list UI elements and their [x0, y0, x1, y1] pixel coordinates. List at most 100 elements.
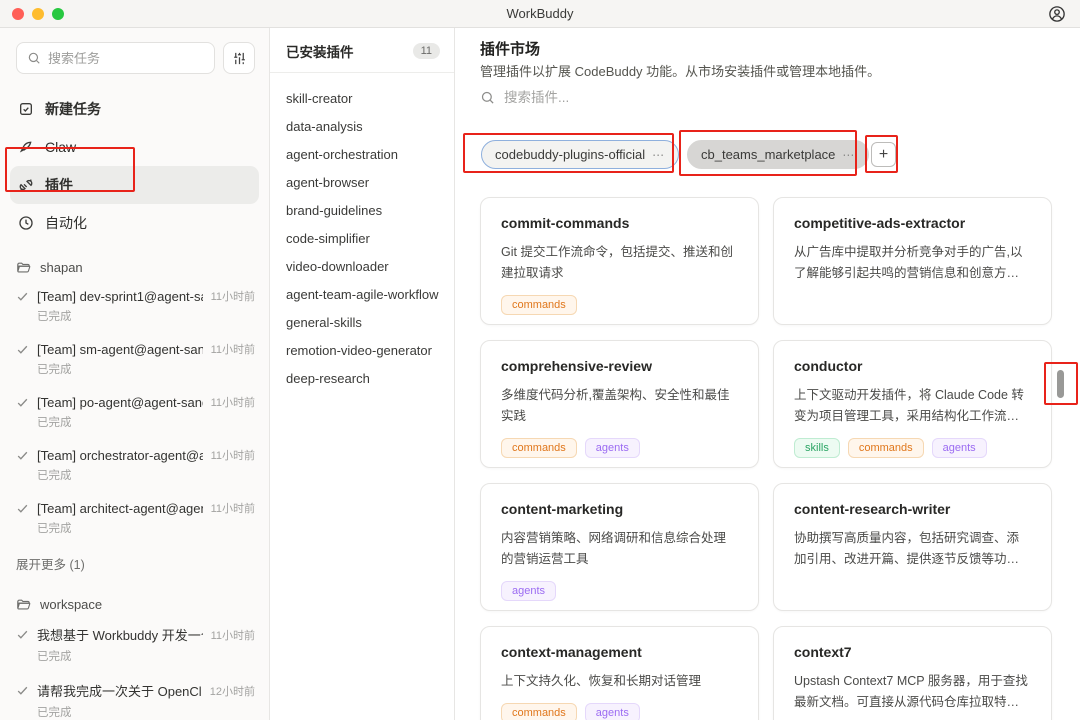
- installed-plugin-item[interactable]: skill-creator: [286, 85, 454, 113]
- plugin-card-content-research-writer[interactable]: content-research-writer 协助撰写高质量内容，包括研究调查…: [773, 483, 1052, 611]
- plugin-description: 内容营销策略、网络调研和信息综合处理的营销运营工具: [501, 528, 738, 570]
- tag-skills: skills: [794, 438, 840, 458]
- plugin-card-content-marketing[interactable]: content-marketing 内容营销策略、网络调研和信息综合处理的营销运…: [480, 483, 759, 611]
- plugin-description: 上下文持久化、恢复和长期对话管理: [501, 671, 738, 692]
- claw-icon: [18, 139, 34, 155]
- app-title: WorkBuddy: [507, 6, 574, 21]
- plugin-description: Git 提交工作流命令，包括提交、推送和创建拉取请求: [501, 242, 738, 284]
- section-label: shapan: [40, 260, 83, 275]
- installed-plugin-item[interactable]: data-analysis: [286, 113, 454, 141]
- plugin-name: competitive-ads-extractor: [794, 215, 1031, 231]
- task-time: 11小时前: [211, 288, 255, 304]
- task-item[interactable]: [Team] dev-sprint1@agent-sa... 11小时前 已完成: [0, 279, 269, 332]
- task-item[interactable]: [Team] sm-agent@agent-sand... 11小时前 已完成: [0, 332, 269, 385]
- more-options-icon[interactable]: ⋯: [652, 148, 665, 162]
- task-status: 已完成: [37, 361, 255, 377]
- task-time: 11小时前: [211, 447, 255, 463]
- sidebar-item-automation[interactable]: 自动化: [10, 204, 259, 242]
- search-icon: [480, 90, 495, 105]
- plugin-description: 多维度代码分析,覆盖架构、安全性和最佳实践: [501, 385, 738, 427]
- task-search-input[interactable]: [48, 51, 204, 66]
- page-title: 插件市场: [480, 38, 540, 59]
- section-workspace[interactable]: workspace: [0, 583, 269, 616]
- installed-plugin-item[interactable]: agent-browser: [286, 169, 454, 197]
- check-icon: [16, 396, 29, 409]
- sidebar-item-label: 自动化: [45, 213, 87, 233]
- installed-plugin-item[interactable]: general-skills: [286, 309, 454, 337]
- installed-plugin-item[interactable]: code-simplifier: [286, 225, 454, 253]
- section-shapan[interactable]: shapan: [0, 246, 269, 279]
- sidebar-item-plugins[interactable]: 插件: [10, 166, 259, 204]
- task-title: [Team] orchestrator-agent@a...: [37, 448, 203, 463]
- plugin-search-box[interactable]: [480, 90, 780, 105]
- task-status: 已完成: [37, 648, 255, 664]
- task-time: 11小时前: [211, 341, 255, 357]
- plugin-card-commit-commands[interactable]: commit-commands Git 提交工作流命令，包括提交、推送和创建拉取…: [480, 197, 759, 325]
- tag-commands: commands: [501, 295, 577, 315]
- task-time: 11小时前: [211, 500, 255, 516]
- installed-plugin-item[interactable]: remotion-video-generator: [286, 337, 454, 365]
- check-icon: [16, 290, 29, 303]
- tag-commands: commands: [501, 703, 577, 720]
- scrollbar-thumb[interactable]: [1057, 370, 1064, 398]
- task-status: 已完成: [37, 467, 255, 483]
- plugin-description: 从广告库中提取并分析竞争对手的广告,以了解能够引起共鸣的营销信息和创意方法。: [794, 242, 1031, 284]
- filter-button[interactable]: [223, 42, 255, 74]
- plugin-search-input[interactable]: [504, 90, 764, 105]
- zoom-window-button[interactable]: [52, 8, 64, 20]
- task-item[interactable]: 请帮我完成一次关于 OpenClaw... 12小时前 已完成: [0, 672, 269, 720]
- installed-plugin-item[interactable]: agent-team-agile-workflow: [286, 281, 454, 309]
- tag-commands: commands: [501, 438, 577, 458]
- source-name: cb_teams_marketplace: [701, 147, 835, 162]
- task-time: 11小时前: [211, 627, 255, 643]
- plugin-card-context7[interactable]: context7 Upstash Context7 MCP 服务器，用于查找最新…: [773, 626, 1052, 720]
- close-window-button[interactable]: [12, 8, 24, 20]
- section-label: workspace: [40, 597, 102, 612]
- tag-agents: agents: [585, 703, 640, 720]
- plugin-card-context-management[interactable]: context-management 上下文持久化、恢复和长期对话管理 comm…: [480, 626, 759, 720]
- task-item[interactable]: [Team] po-agent@agent-sand... 11小时前 已完成: [0, 385, 269, 438]
- expand-more-button[interactable]: 展开更多 (1): [0, 544, 269, 583]
- task-search-box[interactable]: [16, 42, 215, 74]
- sidebar-item-claw[interactable]: Claw: [10, 128, 259, 166]
- window-controls: [12, 8, 64, 20]
- more-options-icon[interactable]: ⋯: [842, 148, 855, 162]
- task-item[interactable]: 我想基于 Workbuddy 开发一个... 11小时前 已完成: [0, 616, 269, 672]
- task-time: 11小时前: [211, 394, 255, 410]
- plugin-card-comprehensive-review[interactable]: comprehensive-review 多维度代码分析,覆盖架构、安全性和最佳…: [480, 340, 759, 468]
- task-title: 我想基于 Workbuddy 开发一个...: [37, 625, 203, 644]
- task-title: [Team] sm-agent@agent-sand...: [37, 342, 203, 357]
- plugin-name: content-research-writer: [794, 501, 1031, 517]
- task-time: 12小时前: [210, 683, 255, 699]
- tag-agents: agents: [501, 581, 556, 601]
- page-description: 管理插件以扩展 CodeBuddy 功能。从市场安装插件或管理本地插件。: [480, 61, 880, 80]
- task-item[interactable]: [Team] architect-agent@agent... 11小时前 已完…: [0, 491, 269, 544]
- installed-plugin-item[interactable]: brand-guidelines: [286, 197, 454, 225]
- marketplace-source-codebuddy-plugins-official[interactable]: codebuddy-plugins-official ⋯: [481, 140, 679, 169]
- plugin-description: Upstash Context7 MCP 服务器，用于查找最新文档。可直接从源代…: [794, 671, 1031, 713]
- plugin-description: 协助撰写高质量内容，包括研究调查、添加引用、改进开篇、提供逐节反馈等功能。: [794, 528, 1031, 570]
- installed-plugin-item[interactable]: video-downloader: [286, 253, 454, 281]
- plugin-name: conductor: [794, 358, 1031, 374]
- plugin-description: 上下文驱动开发插件，将 Claude Code 转变为项目管理工具，采用结构化工…: [794, 385, 1031, 427]
- add-marketplace-button[interactable]: +: [871, 142, 896, 167]
- minimize-window-button[interactable]: [32, 8, 44, 20]
- plug-icon: [18, 177, 34, 193]
- task-title: 请帮我完成一次关于 OpenClaw...: [37, 681, 202, 700]
- marketplace-source-cb-teams-marketplace[interactable]: cb_teams_marketplace ⋯: [687, 140, 869, 169]
- plugin-card-competitive-ads-extractor[interactable]: competitive-ads-extractor 从广告库中提取并分析竞争对手…: [773, 197, 1052, 325]
- folder-icon: [16, 260, 31, 275]
- installed-count-badge: 11: [413, 43, 440, 59]
- sidebar-item-label: 插件: [45, 175, 73, 195]
- installed-plugin-item[interactable]: agent-orchestration: [286, 141, 454, 169]
- account-icon[interactable]: [1048, 5, 1066, 23]
- marketplace-panel: 插件市场 管理插件以扩展 CodeBuddy 功能。从市场安装插件或管理本地插件…: [455, 28, 1080, 720]
- new-task-icon: [18, 101, 34, 117]
- installed-plugin-item[interactable]: deep-research: [286, 365, 454, 393]
- check-icon: [16, 343, 29, 356]
- sidebar-item-new-task[interactable]: 新建任务: [10, 90, 259, 128]
- titlebar: WorkBuddy: [0, 0, 1080, 28]
- check-icon: [16, 449, 29, 462]
- plugin-card-conductor[interactable]: conductor 上下文驱动开发插件，将 Claude Code 转变为项目管…: [773, 340, 1052, 468]
- task-item[interactable]: [Team] orchestrator-agent@a... 11小时前 已完成: [0, 438, 269, 491]
